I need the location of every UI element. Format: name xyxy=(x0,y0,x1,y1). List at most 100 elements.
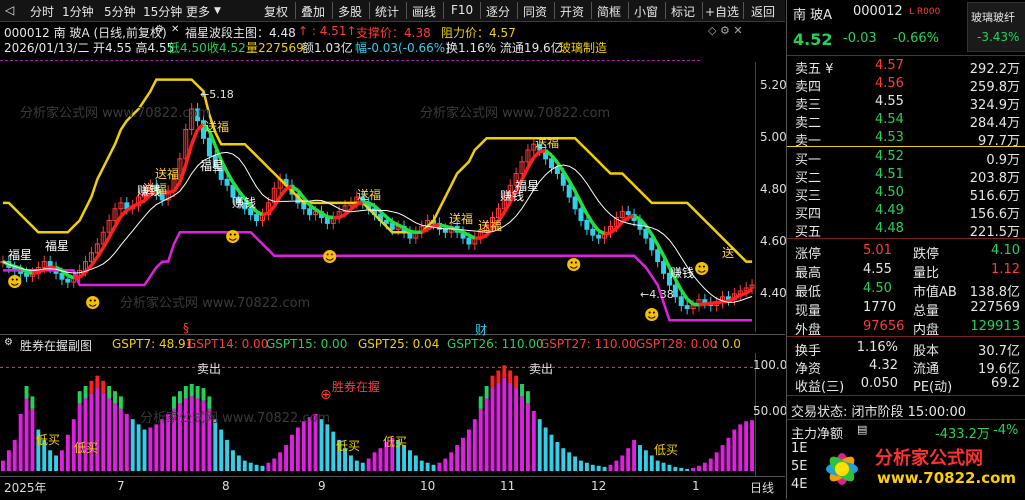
bid-volume: 156.6万 xyxy=(969,207,1020,222)
button-biaoji[interactable]: 标记 xyxy=(671,3,695,20)
sub-indicator-chart[interactable] xyxy=(0,353,755,477)
sub-label-win: 胜券在握 xyxy=(332,380,381,394)
sub-bar xyxy=(744,421,749,471)
close-icon[interactable]: ✕ xyxy=(171,24,179,35)
sub-bar xyxy=(679,467,684,471)
sub-bar xyxy=(148,427,153,471)
chart-label: 送福 xyxy=(357,188,382,202)
trend-line-segment xyxy=(739,291,747,297)
button-tongji[interactable]: 统计 xyxy=(375,3,399,20)
fund-label: 流通 xyxy=(913,362,940,377)
sub-bar xyxy=(555,441,560,471)
sub-bar-cap xyxy=(113,391,117,404)
sub-bar xyxy=(301,421,306,471)
fund-label: 换手 xyxy=(795,344,822,359)
stat-row[interactable]: 最高 4.55 量比 1.12 xyxy=(787,262,1025,281)
stat-value: 138.8亿 xyxy=(969,285,1020,300)
button-tongzi[interactable]: 同资 xyxy=(523,3,547,20)
button-huaxian[interactable]: 画线 xyxy=(412,3,436,20)
bid-row[interactable]: 买一 4.52 0.9万 xyxy=(787,149,1025,168)
stat-label: 内盘 xyxy=(913,323,940,338)
settings-icon[interactable]: ⚙ xyxy=(4,337,13,348)
ask-row[interactable]: 卖三 4.55 324.9万 xyxy=(787,94,1025,113)
main-chart-panel: 000012 南 玻A (日线,前复权) ⚙ ✕ 福星波段主图：4.48 ↑ :… xyxy=(0,22,787,334)
button-fuquan[interactable]: 复权 xyxy=(264,3,288,20)
button-kaizi[interactable]: 开资 xyxy=(560,3,584,20)
sub-bar xyxy=(136,424,141,471)
info-turnover: 换1.16% 流通19.6亿 xyxy=(446,41,563,55)
ask-row[interactable]: 卖一 4.53 97.7万 xyxy=(787,130,1025,149)
sub-bar xyxy=(54,455,58,471)
sub-bar xyxy=(142,429,147,471)
sub-bar xyxy=(24,398,29,471)
button-back[interactable]: 返回 xyxy=(751,3,775,20)
tab-fenshi[interactable]: 分时 xyxy=(30,3,54,20)
sub-bar xyxy=(549,434,554,471)
sub-bar-cap xyxy=(77,391,82,404)
stat-value: 227569 xyxy=(970,300,1020,315)
sub-bar xyxy=(484,398,489,471)
button-diejia[interactable]: 叠加 xyxy=(301,3,325,20)
list-icon[interactable]: ▤ xyxy=(857,423,867,436)
sub-label-buy: 低买 xyxy=(336,439,361,453)
tab-5min[interactable]: 5分钟 xyxy=(104,3,136,20)
bid-row[interactable]: 买五 4.48 221.5万 xyxy=(787,221,1025,240)
sub-bar xyxy=(502,377,507,471)
tab-more[interactable]: 更多 xyxy=(186,3,210,20)
bottom-row-label: 1E xyxy=(791,441,808,456)
tab-1min[interactable]: 1分钟 xyxy=(62,3,94,20)
chevron-down-icon[interactable]: ▼ xyxy=(214,6,221,16)
bid-row[interactable]: 买三 4.50 516.6万 xyxy=(787,185,1025,204)
sub-bar xyxy=(272,458,277,471)
stat-row[interactable]: 外盘 97656 内盘 129913 xyxy=(787,319,1025,338)
sub-bar xyxy=(77,403,82,471)
candle-body xyxy=(549,158,555,169)
sub-bar-cap xyxy=(502,365,507,378)
button-jiankuang[interactable]: 简框 xyxy=(597,3,621,20)
bid-price: 4.49 xyxy=(875,203,904,218)
stat-row[interactable]: 现量 1770 总量 227569 xyxy=(787,300,1025,319)
stat-row[interactable]: 最低 4.50 市值AB 138.8亿 xyxy=(787,281,1025,300)
fund-row[interactable]: 净资 4.32 流通 19.6亿 xyxy=(787,358,1025,377)
ask-volume: 292.2万 xyxy=(969,62,1020,77)
stat-label: 外盘 xyxy=(795,323,822,338)
button-xiaochuang[interactable]: 小窗 xyxy=(634,3,658,20)
sub-bar xyxy=(514,388,519,471)
button-f10[interactable]: F10 xyxy=(451,3,473,17)
bid-row[interactable]: 买二 4.51 203.8万 xyxy=(787,167,1025,186)
settings-icon[interactable]: ⚙ xyxy=(155,24,164,35)
bid-row[interactable]: 买四 4.49 156.6万 xyxy=(787,203,1025,222)
reference-dashed-line xyxy=(0,60,700,61)
sub-label-buy: 低买 xyxy=(74,441,99,455)
quote-panel: 南 玻A 000012 L R000 玻璃玻纤 -3.43% 4.52 -0.0… xyxy=(786,0,1025,499)
ask-volume: 284.4万 xyxy=(969,116,1020,131)
sub-bar xyxy=(59,450,64,471)
sub-bar xyxy=(360,462,365,471)
trend-line-segment xyxy=(397,223,405,230)
button-add-watchlist[interactable]: +自选 xyxy=(705,3,739,20)
ask-row[interactable]: 卖四 4.56 259.8万 xyxy=(787,76,1025,95)
back-arrow-icon[interactable]: ◁ xyxy=(5,3,14,17)
ask-row[interactable]: 卖五 ¥ 4.57 292.2万 xyxy=(787,58,1025,77)
stat-row[interactable]: 涨停 5.01 跌停 4.10 xyxy=(787,243,1025,262)
sub-item-gspt7: GSPT7: 48.91 xyxy=(112,337,194,351)
sub-bar xyxy=(254,464,259,471)
bid-label: 买四 xyxy=(795,207,822,222)
period-label[interactable]: 日线 xyxy=(750,479,774,496)
sub-bar xyxy=(219,429,224,471)
ask-row[interactable]: 卖二 4.54 284.4万 xyxy=(787,112,1025,131)
stat-label: 量比 xyxy=(913,266,940,281)
button-zhufen[interactable]: 逐分 xyxy=(486,3,510,20)
button-duogu[interactable]: 多股 xyxy=(338,3,362,20)
sub-label-sell: 卖出 xyxy=(197,362,222,376)
fund-row[interactable]: 换手 1.16% 股本 30.7亿 xyxy=(787,340,1025,359)
trend-line-segment xyxy=(119,208,129,218)
stat-label: 总量 xyxy=(913,304,940,319)
sub-bar xyxy=(160,419,165,471)
candle-body xyxy=(590,228,596,236)
panel-controls[interactable]: ◇ ⚙ ✕ xyxy=(708,24,743,37)
netflow-value: -433.2万 xyxy=(935,427,990,442)
info-close: 收4.52 xyxy=(207,41,246,55)
fund-row[interactable]: 收益(三) 0.050 PE(动) 69.2 xyxy=(787,376,1025,395)
tab-15min[interactable]: 15分钟 xyxy=(143,3,182,20)
